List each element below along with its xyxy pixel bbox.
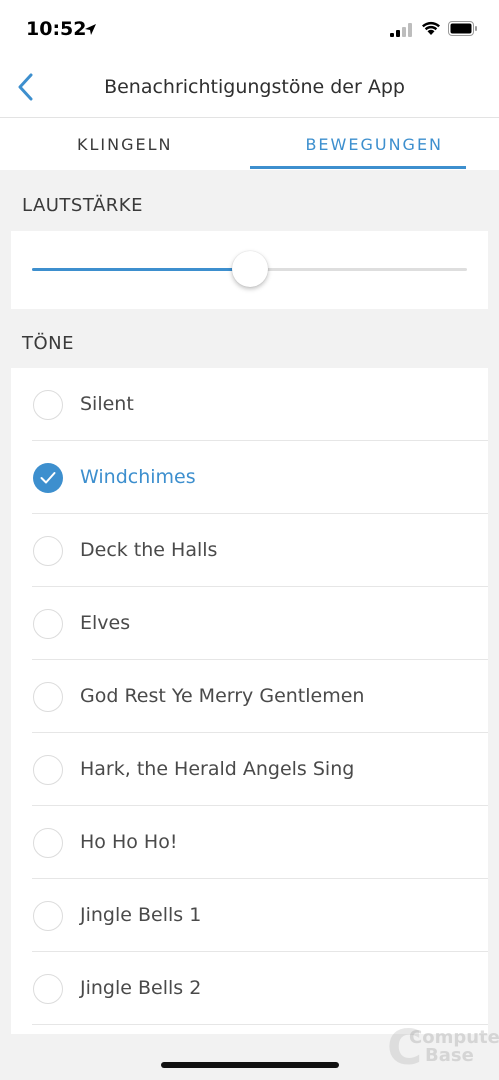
nav-bar: Benachrichtigungstöne der App bbox=[0, 60, 499, 118]
radio-unchecked-icon[interactable] bbox=[33, 755, 63, 785]
tone-row[interactable]: Silent bbox=[11, 368, 488, 441]
tab-active-indicator bbox=[249, 166, 466, 169]
tone-row[interactable]: Jingle Bells 2 bbox=[11, 952, 488, 1025]
signal-icon bbox=[390, 22, 412, 41]
status-time: 10:52 bbox=[26, 18, 87, 40]
tone-label: Elves bbox=[80, 612, 131, 634]
tab-label: KLINGELN bbox=[77, 135, 173, 154]
volume-slider-fill bbox=[32, 268, 250, 271]
tone-label: Deck the Halls bbox=[80, 539, 218, 561]
volume-slider-thumb[interactable] bbox=[231, 251, 268, 287]
tone-row[interactable]: Hark, the Herald Angels Sing bbox=[11, 733, 488, 806]
tone-label: Silent bbox=[80, 393, 134, 415]
tone-row[interactable]: God Rest Ye Merry Gentlemen bbox=[11, 660, 488, 733]
tone-row[interactable]: Jingle Bells 1 bbox=[11, 879, 488, 952]
status-bar: 10:52 bbox=[0, 0, 499, 60]
tone-label: Jingle Bells 2 bbox=[80, 977, 202, 999]
back-button[interactable] bbox=[8, 70, 42, 108]
tone-label: Jingle Bells 1 bbox=[80, 904, 202, 926]
radio-unchecked-icon[interactable] bbox=[33, 536, 63, 566]
tone-row[interactable]: Ho Ho Ho! bbox=[11, 806, 488, 879]
tab-label: BEWEGUNGEN bbox=[305, 135, 444, 154]
tone-label: God Rest Ye Merry Gentlemen bbox=[80, 685, 365, 707]
tone-row[interactable]: Deck the Halls bbox=[11, 514, 488, 587]
tone-row[interactable]: Windchimes bbox=[11, 441, 488, 514]
tone-label: Ho Ho Ho! bbox=[80, 831, 178, 853]
radio-unchecked-icon[interactable] bbox=[33, 901, 63, 931]
volume-section-header: LAUTSTÄRKE bbox=[22, 195, 143, 216]
radio-unchecked-icon[interactable] bbox=[33, 390, 63, 420]
tab-bar: KLINGELN BEWEGUNGEN bbox=[0, 118, 499, 170]
radio-unchecked-icon[interactable] bbox=[33, 974, 63, 1004]
battery-icon bbox=[448, 21, 478, 40]
watermark-line2: Base bbox=[425, 1045, 474, 1066]
radio-unchecked-icon[interactable] bbox=[33, 828, 63, 858]
tone-row[interactable]: Elves bbox=[11, 587, 488, 660]
tones-list: Silent Windchimes Deck the Halls Elves God R… bbox=[11, 368, 488, 1034]
tab-klingeln[interactable]: KLINGELN bbox=[0, 118, 250, 170]
chevron-left-icon bbox=[17, 73, 33, 105]
location-arrow-icon bbox=[84, 21, 97, 40]
volume-slider[interactable] bbox=[32, 251, 467, 287]
tab-bewegungen[interactable]: BEWEGUNGEN bbox=[249, 118, 499, 170]
volume-card bbox=[11, 231, 488, 309]
watermark: C Computer Base bbox=[387, 1024, 499, 1076]
page-title: Benachrichtigungstöne der App bbox=[104, 76, 405, 98]
home-indicator bbox=[161, 1062, 339, 1068]
radio-unchecked-icon[interactable] bbox=[33, 682, 63, 712]
wifi-icon bbox=[421, 21, 441, 40]
radio-checked-icon[interactable] bbox=[33, 463, 63, 493]
radio-unchecked-icon[interactable] bbox=[33, 609, 63, 639]
tone-label: Windchimes bbox=[80, 466, 196, 488]
tones-section-header: TÖNE bbox=[22, 333, 75, 354]
tone-label: Hark, the Herald Angels Sing bbox=[80, 758, 355, 780]
